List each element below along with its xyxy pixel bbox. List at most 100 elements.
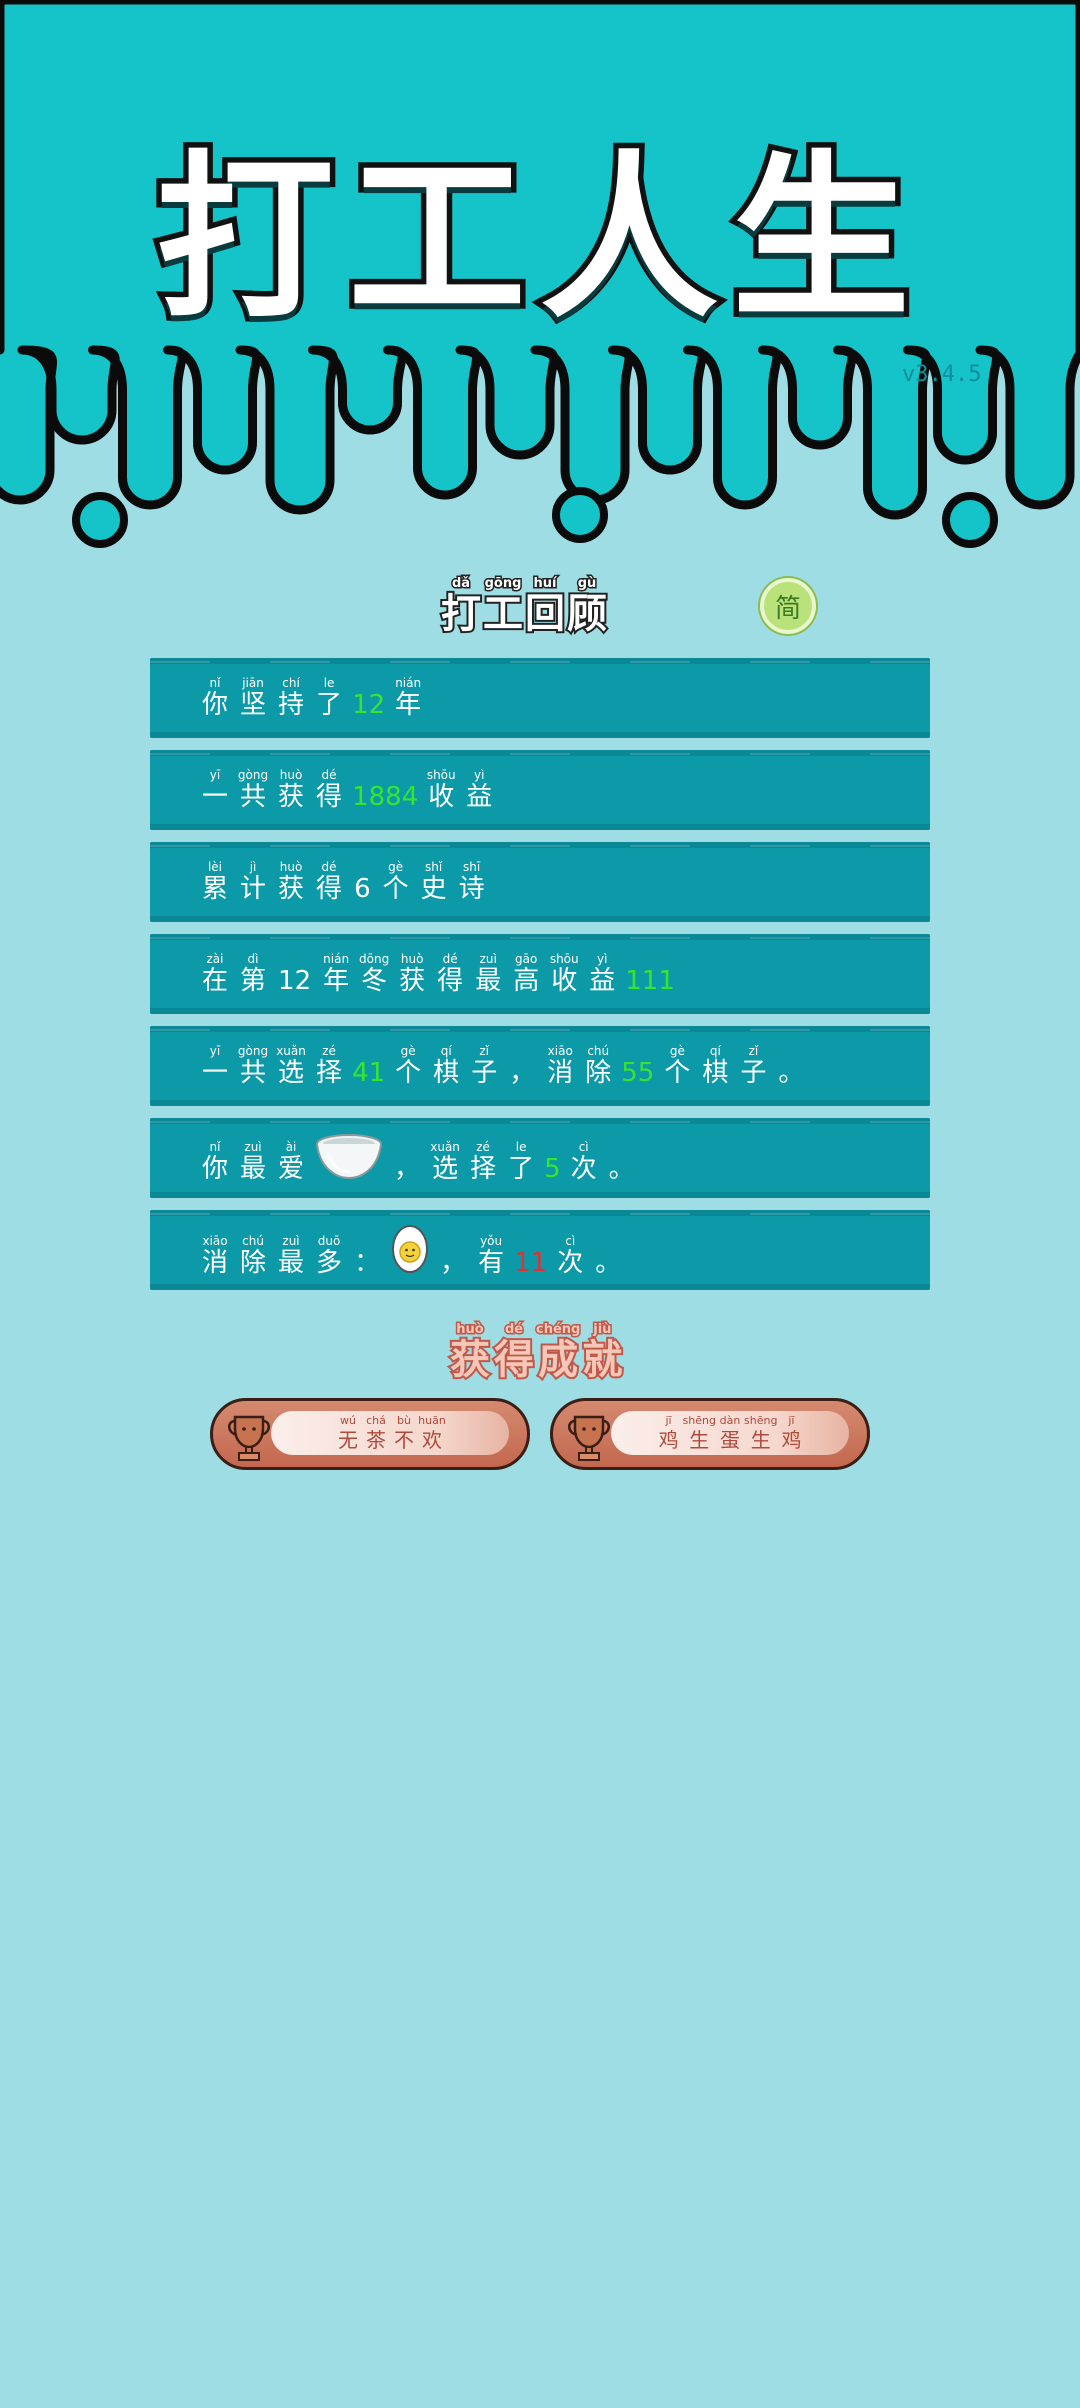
ruby-char: huān 欢 <box>418 1414 446 1452</box>
ruby-char: qí 棋 <box>696 1044 734 1088</box>
pinyin: jī <box>665 1414 672 1427</box>
pinyin: gòng <box>237 768 269 782</box>
ruby-char: shēng 生 <box>683 1414 716 1452</box>
pinyin: nián <box>323 952 350 966</box>
pinyin: dàn <box>719 1414 741 1427</box>
pinyin: shēng <box>744 1414 778 1427</box>
ruby-char: lèi 累 <box>196 860 234 904</box>
pinyin: zài <box>206 952 224 966</box>
pinyin: dǎ <box>450 575 471 592</box>
ruby-char: zé 择 <box>464 1140 502 1184</box>
hanzi: 蛋 <box>720 1428 740 1452</box>
pinyin: zé <box>476 1140 490 1154</box>
pinyin: shǐ <box>425 860 443 874</box>
ruby-char: dǎ 打 <box>439 575 483 639</box>
hanzi: 鸡 <box>781 1428 802 1452</box>
pinyin: chá <box>366 1414 386 1427</box>
ruby-char: chéng 成 <box>534 1321 581 1385</box>
pinyin: nǐ <box>209 676 221 690</box>
hanzi: 共 <box>240 1058 267 1088</box>
hanzi: 了 <box>316 690 343 720</box>
ruby-char: nián 年 <box>317 952 355 996</box>
achievement-badge-2[interactable]: jī 鸡 shēng 生 dàn 蛋 shēng 生 jī 鸡 <box>550 1398 870 1470</box>
pinyin: jiān <box>242 676 264 690</box>
stat-value: 5 <box>544 1154 561 1184</box>
drip-droplet <box>942 492 998 548</box>
pinyin: wú <box>340 1414 356 1427</box>
ruby-char: yī 一 <box>196 1044 234 1088</box>
hanzi: 棋 <box>433 1058 460 1088</box>
hanzi: 不 <box>394 1428 414 1452</box>
ruby-char: dōng 冬 <box>355 952 393 996</box>
pinyin: cì <box>578 1140 589 1154</box>
pinyin: jiù <box>592 1321 613 1338</box>
ruby-char: gòng 共 <box>234 768 272 812</box>
hanzi: 得 <box>437 966 464 996</box>
hanzi: 棋 <box>702 1058 729 1088</box>
review-heading: dǎ 打 gōng 工 huí 回 gù 顾 <box>439 572 609 639</box>
bowl-icon <box>314 1132 384 1184</box>
pinyin: nǐ <box>209 1140 221 1154</box>
ruby-char: jiù 就 <box>580 1321 624 1385</box>
game-title: 打工人生 <box>151 130 924 348</box>
pinyin: le <box>323 676 335 690</box>
ruby-char: huò 获 <box>448 1321 492 1385</box>
hanzi: 年 <box>395 690 422 720</box>
hanzi: 得 <box>492 1335 536 1385</box>
pinyin: xuǎn <box>430 1140 460 1154</box>
stat-text: ， <box>394 1154 421 1184</box>
hanzi: 择 <box>316 1058 343 1088</box>
pinyin: dé <box>503 1321 524 1338</box>
stat-text: ， <box>509 1058 536 1088</box>
ruby-char: nián 年 <box>389 676 427 720</box>
pinyin: lèi <box>207 860 223 874</box>
pinyin: huò <box>279 768 303 782</box>
ruby-char: gè 个 <box>389 1044 427 1088</box>
hanzi: 年 <box>323 966 350 996</box>
stat-text: ： <box>354 1248 381 1278</box>
hanzi: 子 <box>740 1058 767 1088</box>
ruby-char: dì 第 <box>234 952 272 996</box>
pinyin: dé <box>442 952 458 966</box>
ruby-char: shōu 收 <box>545 952 583 996</box>
hanzi: 第 <box>240 966 267 996</box>
ruby-char: gù 顾 <box>565 575 609 639</box>
pinyin: huò <box>279 860 303 874</box>
ruby-char: dé 得 <box>310 768 348 812</box>
pinyin: xiāo <box>547 1044 573 1058</box>
pinyin: zuì <box>282 1234 300 1248</box>
trophy-icon <box>565 1411 613 1467</box>
hanzi: 顾 <box>565 589 609 639</box>
ruby-char: dé 得 <box>492 1321 536 1385</box>
hanzi: 择 <box>470 1154 497 1184</box>
stat-text: ， <box>440 1248 467 1278</box>
hanzi: 计 <box>240 874 267 904</box>
pinyin: shēng <box>682 1414 716 1427</box>
stat-value: 41 <box>352 1058 386 1088</box>
ruby-char: dàn 蛋 <box>716 1414 744 1452</box>
pinyin: cì <box>565 1234 576 1248</box>
achievement-badge-1[interactable]: wú 无 chá 茶 bù 不 huān 欢 <box>210 1398 530 1470</box>
hanzi: 回 <box>523 589 567 639</box>
pinyin: xuǎn <box>276 1044 306 1058</box>
ruby-char: dé 得 <box>310 860 348 904</box>
ruby-char: ài 爱 <box>272 1140 310 1184</box>
ruby-char: chá 茶 <box>362 1414 390 1452</box>
drip-droplet <box>552 487 608 543</box>
ruby-char: wú 无 <box>334 1414 362 1452</box>
ruby-char: qí 棋 <box>427 1044 465 1088</box>
hanzi: 共 <box>240 782 267 812</box>
stat-value: 11 <box>514 1248 548 1278</box>
stat-value: 1884 <box>352 782 419 812</box>
hanzi: 持 <box>278 690 305 720</box>
pinyin: ài <box>285 1140 297 1154</box>
stat-value: 111 <box>625 966 675 996</box>
pinyin: huān <box>418 1414 446 1427</box>
ruby-char: zài 在 <box>196 952 234 996</box>
hanzi: 一 <box>202 1058 229 1088</box>
pinyin: chú <box>242 1234 264 1248</box>
hanzi: 冬 <box>361 966 388 996</box>
pinyin: zuì <box>479 952 497 966</box>
pinyin: zǐ <box>748 1044 759 1058</box>
simplified-toggle-button[interactable]: 简 <box>760 578 816 634</box>
